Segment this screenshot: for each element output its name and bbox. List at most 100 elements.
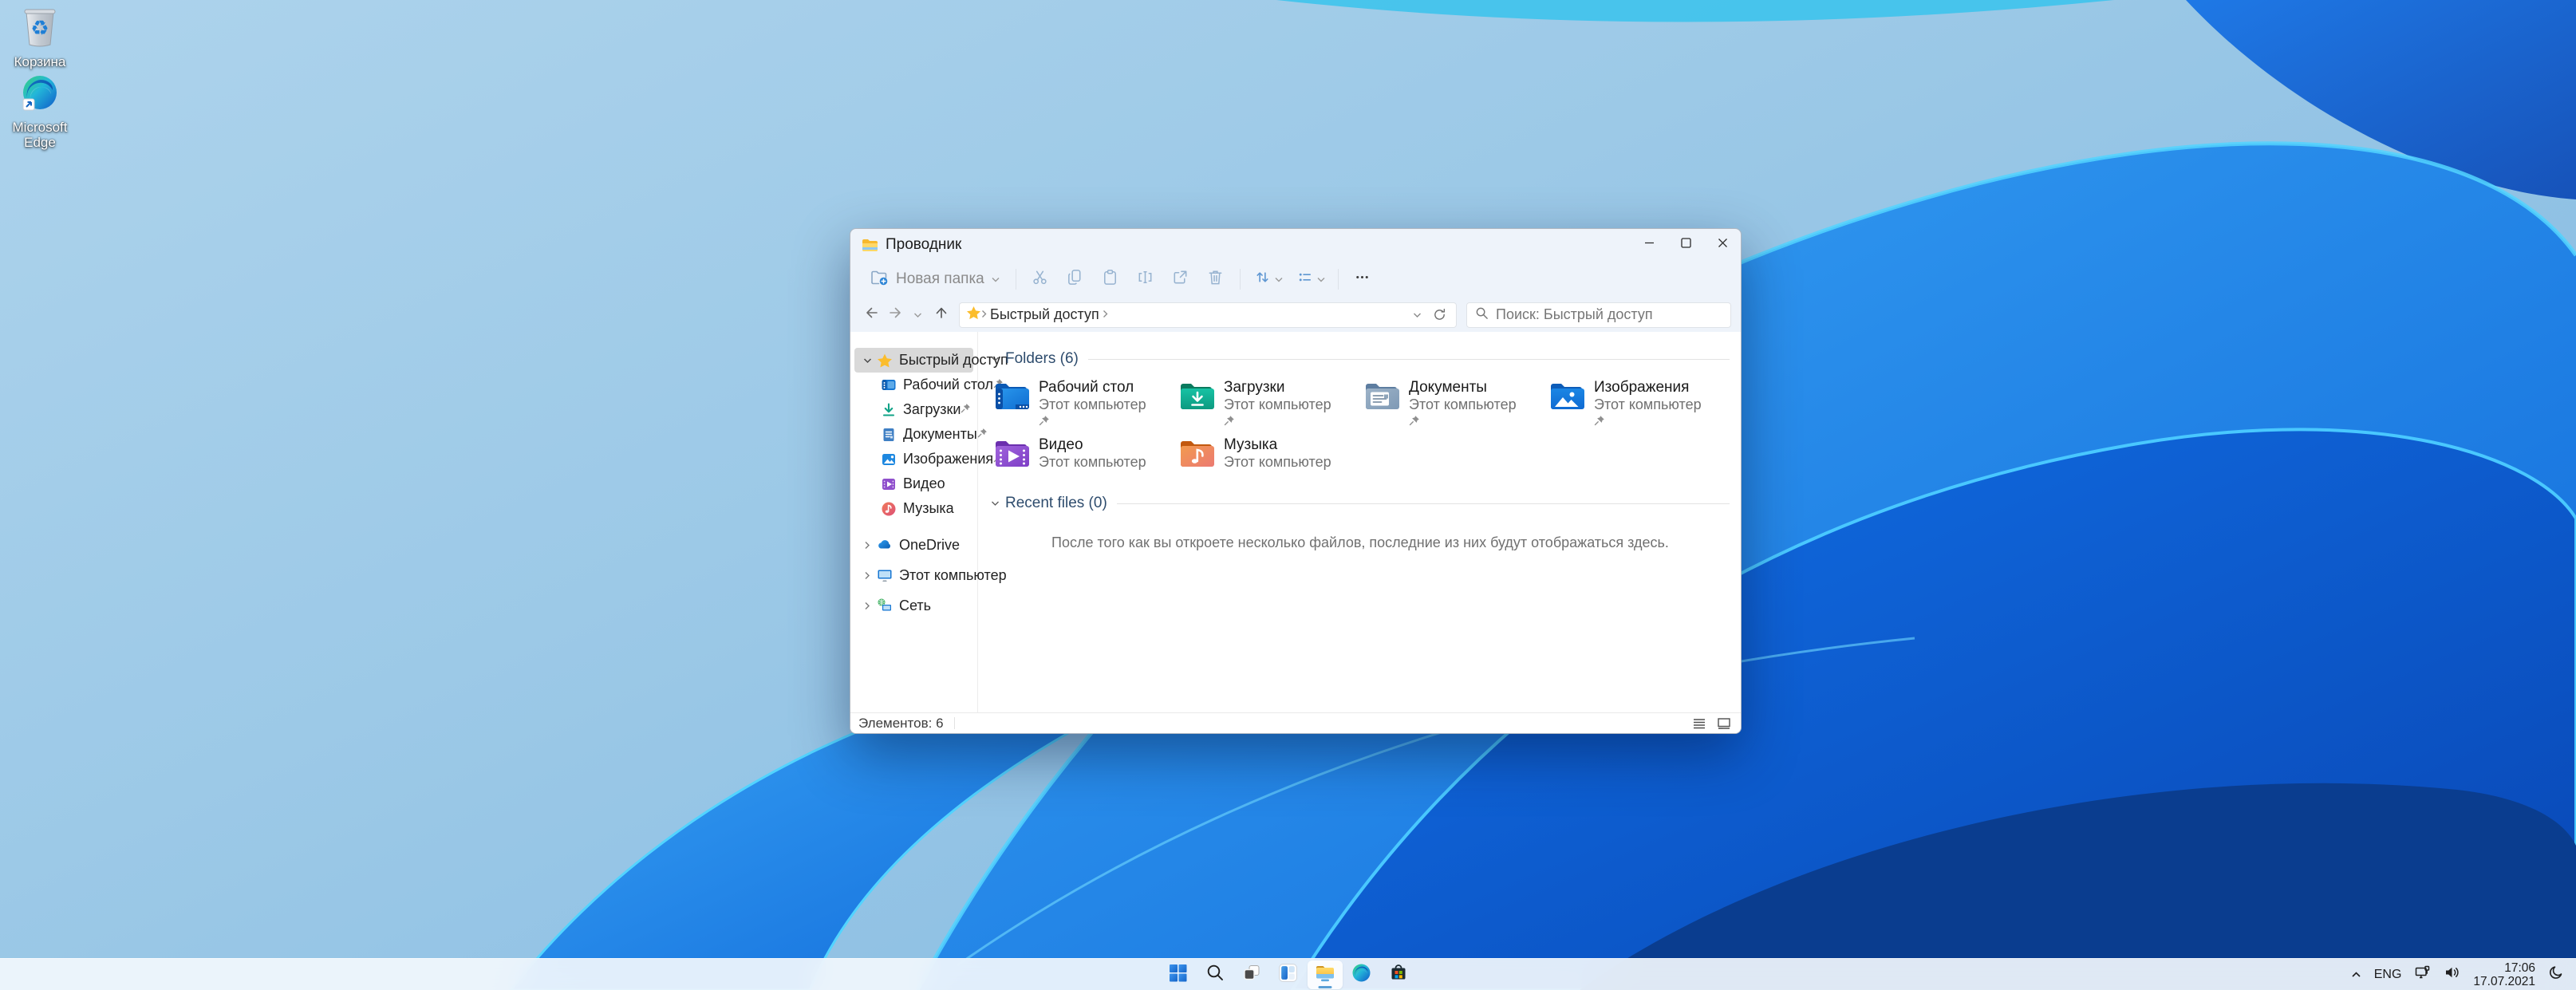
chevron-down-icon bbox=[992, 272, 1000, 286]
sidebar-item-downloads[interactable]: Загрузки bbox=[854, 397, 973, 422]
share-button[interactable] bbox=[1163, 265, 1198, 294]
sidebar-item-this-pc[interactable]: Этот компьютер bbox=[854, 560, 973, 590]
desktop-icon-edge[interactable]: Microsoft Edge bbox=[2, 73, 78, 150]
toolbar-separator bbox=[1240, 269, 1241, 290]
address-dropdown-button[interactable] bbox=[1406, 305, 1427, 325]
language-label: ENG bbox=[2374, 968, 2402, 982]
copy-icon bbox=[1066, 268, 1084, 290]
cut-button[interactable] bbox=[1023, 265, 1058, 294]
language-indicator[interactable]: ENG bbox=[2369, 962, 2408, 988]
sidebar-item-quick-access[interactable]: Быстрый доступ bbox=[854, 348, 973, 373]
widgets-button[interactable] bbox=[1271, 960, 1306, 989]
titlebar: Проводник bbox=[850, 229, 1741, 261]
recent-locations-button[interactable] bbox=[906, 303, 929, 326]
close-button[interactable] bbox=[1704, 229, 1741, 261]
paste-button[interactable] bbox=[1093, 265, 1128, 294]
clock[interactable]: 17:06 17.07.2021 bbox=[2468, 962, 2541, 988]
chevron-right-icon[interactable] bbox=[862, 601, 873, 610]
folder-tile-desktop[interactable]: Рабочий стол Этот компьютер bbox=[991, 377, 1171, 429]
taskbar-store-button[interactable] bbox=[1381, 960, 1416, 989]
folders-section-header[interactable]: Folders (6) bbox=[991, 349, 1730, 369]
chevron-down-icon bbox=[1275, 272, 1283, 286]
sidebar-item-network[interactable]: Сеть bbox=[854, 590, 973, 621]
start-icon bbox=[1168, 963, 1188, 987]
sidebar-item-desktop[interactable]: Рабочий стол bbox=[854, 373, 973, 397]
search-input[interactable] bbox=[1496, 306, 1722, 323]
folder-tile-downloads[interactable]: Загрузки Этот компьютер bbox=[1176, 377, 1356, 429]
copy-button[interactable] bbox=[1058, 265, 1093, 294]
music-folder-icon bbox=[1179, 439, 1216, 469]
rename-button[interactable] bbox=[1128, 265, 1163, 294]
sidebar-item-music[interactable]: Музыка bbox=[854, 496, 973, 521]
task-view-button[interactable] bbox=[1234, 960, 1269, 989]
network-tray-icon bbox=[2414, 964, 2431, 984]
sidebar-item-videos[interactable]: Видео bbox=[854, 471, 973, 496]
folder-tile-pictures[interactable]: Изображения Этот компьютер bbox=[1546, 377, 1726, 429]
forward-button[interactable] bbox=[883, 303, 906, 326]
taskbar-edge-button[interactable] bbox=[1344, 960, 1379, 989]
rename-icon bbox=[1136, 268, 1154, 290]
network-tray-button[interactable] bbox=[2408, 962, 2436, 988]
folder-tile-videos[interactable]: Видео Этот компьютер bbox=[991, 434, 1171, 473]
maximize-button[interactable] bbox=[1667, 229, 1704, 261]
sidebar-item-documents[interactable]: Документы bbox=[854, 422, 973, 447]
start-button[interactable] bbox=[1161, 960, 1196, 989]
active-app-indicator bbox=[1318, 986, 1331, 988]
folder-icon bbox=[862, 239, 878, 252]
focus-assist-moon-icon bbox=[2548, 964, 2564, 984]
folder-tiles: Рабочий стол Этот компьютер bbox=[991, 377, 1730, 473]
sidebar-item-label: Сеть bbox=[899, 598, 931, 614]
minimize-button[interactable] bbox=[1631, 229, 1667, 261]
onedrive-cloud-icon bbox=[877, 537, 893, 553]
recent-files-section-header[interactable]: Recent files (0) bbox=[991, 494, 1730, 513]
folder-tile-documents[interactable]: Документы Этот компьютер bbox=[1361, 377, 1541, 429]
focus-assist-button[interactable] bbox=[2542, 962, 2570, 988]
forward-icon bbox=[887, 305, 903, 325]
taskbar-search-button[interactable] bbox=[1197, 960, 1233, 989]
sidebar-item-pictures[interactable]: Изображения bbox=[854, 447, 973, 471]
sidebar-item-label: Документы bbox=[903, 426, 977, 443]
tray-date: 17.07.2021 bbox=[2473, 975, 2535, 988]
taskbar-file-explorer-button[interactable] bbox=[1308, 960, 1343, 989]
view-button[interactable] bbox=[1289, 265, 1331, 294]
pin-icon bbox=[1409, 415, 1517, 427]
chevron-down-icon bbox=[991, 352, 1000, 366]
section-divider bbox=[1117, 503, 1730, 504]
breadcrumb-location[interactable]: Быстрый доступ bbox=[990, 306, 1099, 323]
chevron-right-icon[interactable] bbox=[862, 571, 873, 580]
new-folder-button[interactable]: Новая папка bbox=[860, 265, 1009, 294]
desktop-icon-recycle-bin[interactable]: ♻ Корзина bbox=[2, 6, 78, 69]
see-more-button[interactable] bbox=[1345, 265, 1380, 294]
refresh-button[interactable] bbox=[1429, 305, 1450, 325]
taskbar: ENG bbox=[0, 958, 2576, 990]
folder-tile-music[interactable]: Музыка Этот компьютер bbox=[1176, 434, 1356, 473]
search-box[interactable] bbox=[1466, 302, 1731, 328]
desktop: ♻ Корзина Micros bbox=[0, 0, 2576, 990]
chevron-down-icon[interactable] bbox=[862, 357, 873, 364]
delete-button[interactable] bbox=[1198, 265, 1233, 294]
sort-button[interactable] bbox=[1247, 265, 1289, 294]
folders-header-label: Folders (6) bbox=[1005, 350, 1079, 368]
volume-button[interactable] bbox=[2438, 962, 2466, 988]
recycle-bin-icon: ♻ bbox=[22, 37, 58, 51]
chevron-right-icon[interactable] bbox=[862, 541, 873, 550]
hidden-icons-chevron-icon bbox=[2351, 968, 2361, 982]
quick-access-star-icon bbox=[966, 306, 981, 324]
pictures-folder-icon bbox=[1549, 381, 1586, 412]
back-button[interactable] bbox=[860, 303, 883, 326]
sidebar-item-label: Загрузки bbox=[903, 401, 961, 418]
hidden-icons-button[interactable] bbox=[2345, 962, 2367, 988]
view-icon bbox=[1296, 268, 1314, 290]
large-icons-view-button[interactable] bbox=[1715, 716, 1733, 732]
up-button[interactable] bbox=[929, 303, 953, 326]
address-breadcrumb[interactable]: Быстрый доступ bbox=[959, 302, 1457, 328]
documents-icon bbox=[881, 427, 897, 443]
tile-name: Загрузки bbox=[1224, 379, 1331, 396]
back-icon bbox=[864, 305, 880, 325]
store-icon bbox=[1389, 963, 1408, 986]
sidebar-item-label: Музыка bbox=[903, 500, 954, 517]
edge-icon bbox=[1351, 963, 1371, 987]
details-view-button[interactable] bbox=[1690, 716, 1708, 732]
tile-subtitle: Этот компьютер bbox=[1594, 396, 1702, 413]
sidebar-item-onedrive[interactable]: OneDrive bbox=[854, 530, 973, 560]
